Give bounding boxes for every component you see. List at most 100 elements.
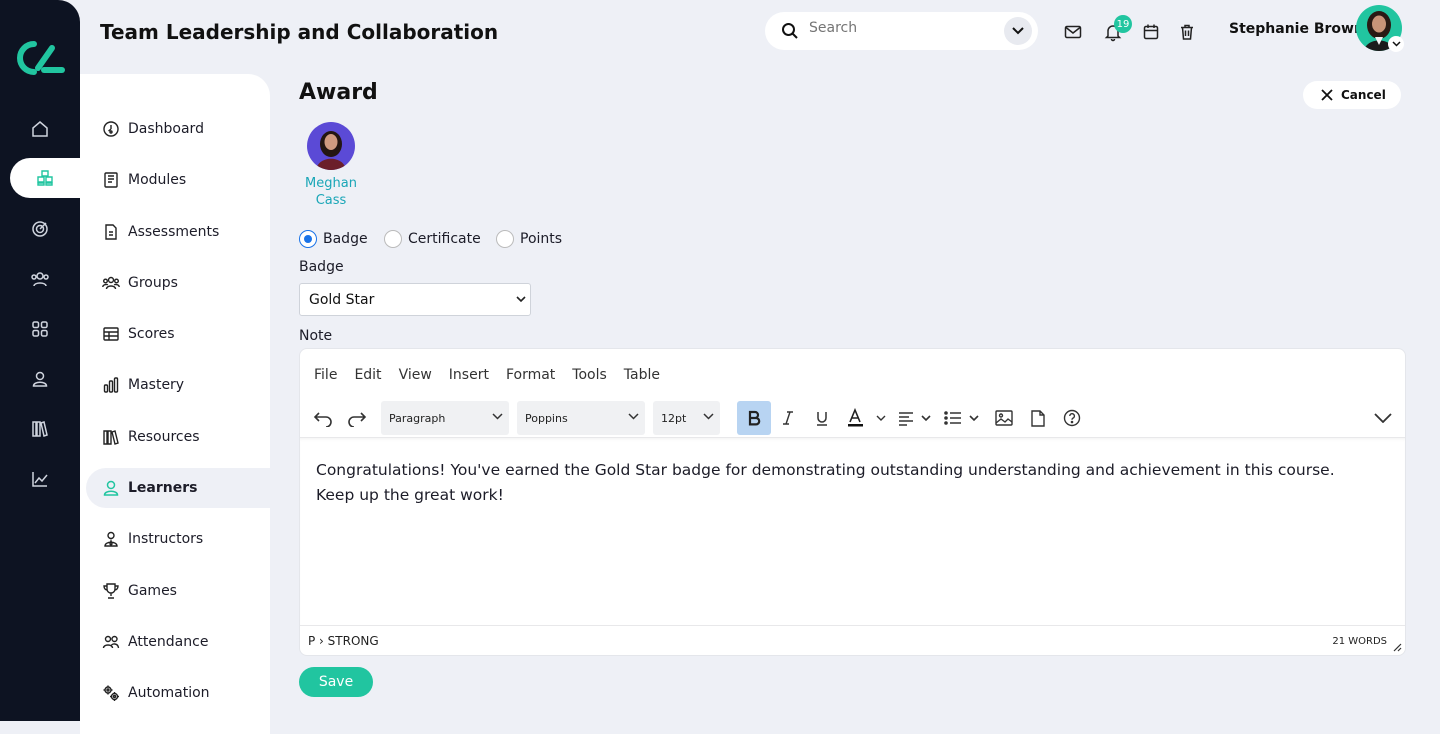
font-size-select[interactable]: 12pt: [653, 401, 720, 435]
user-name[interactable]: Stephanie Brown: [1229, 21, 1364, 37]
editor-text-line: Congratulations! You've earned the Gold …: [316, 461, 1335, 479]
chevron-down-icon: [628, 413, 639, 420]
search-icon: [782, 23, 798, 39]
bold-icon: [748, 410, 761, 426]
insert-image-button[interactable]: [992, 401, 1016, 435]
sidebar-item-resources[interactable]: Resources: [80, 417, 270, 457]
modules-cubes-icon: [37, 170, 53, 186]
search-box[interactable]: [765, 12, 1038, 50]
search-input[interactable]: [809, 20, 989, 36]
search-dropdown-button[interactable]: [1004, 17, 1032, 45]
redo-button[interactable]: [344, 401, 370, 435]
editor-statusbar: P › STRONG 21 WORDS: [300, 625, 1405, 655]
sidebar-item-label: Mastery: [128, 377, 185, 393]
notification-badge: 19: [1114, 15, 1132, 33]
menu-file[interactable]: File: [314, 367, 337, 383]
radio-points-control[interactable]: [496, 230, 514, 248]
editor-content-area[interactable]: Congratulations! You've earned the Gold …: [300, 437, 1405, 625]
radio-badge[interactable]: Badge: [299, 229, 368, 249]
sidebar-item-games[interactable]: Games: [80, 571, 270, 611]
rail-person[interactable]: [0, 359, 80, 399]
radio-points[interactable]: Points: [496, 229, 562, 249]
sidebar-item-label: Attendance: [128, 634, 209, 650]
element-path[interactable]: P › STRONG: [308, 634, 379, 648]
align-left-icon: [899, 412, 931, 426]
rail-home[interactable]: [0, 109, 80, 149]
editor-toolbar: Paragraph Poppins 12pt: [300, 399, 1405, 437]
sidebar-item-modules[interactable]: Modules: [80, 160, 270, 200]
font-family-select[interactable]: Poppins: [517, 401, 645, 435]
menu-insert[interactable]: Insert: [449, 367, 489, 383]
chevron-down-icon: [492, 413, 503, 420]
resize-handle-icon[interactable]: [1393, 643, 1402, 652]
rail-chart[interactable]: [0, 459, 80, 499]
instructor-icon: [104, 531, 118, 547]
align-button[interactable]: [896, 401, 934, 435]
editor-content[interactable]: Congratulations! You've earned the Gold …: [316, 458, 1396, 508]
menu-table[interactable]: Table: [624, 367, 660, 383]
gears-icon: [103, 685, 119, 701]
bar-chart-icon: [103, 377, 119, 393]
text-color-button[interactable]: [842, 401, 888, 435]
radio-badge-control[interactable]: [299, 230, 317, 248]
undo-icon: [313, 412, 332, 427]
sidebar-item-dashboard[interactable]: Dashboard: [80, 109, 270, 149]
rail-users[interactable]: [0, 259, 80, 299]
bullet-list-button[interactable]: [942, 401, 982, 435]
chart-icon: [32, 472, 48, 487]
insert-file-button[interactable]: [1026, 401, 1050, 435]
sidebar-item-mastery[interactable]: Mastery: [80, 365, 270, 405]
underline-button[interactable]: [808, 401, 836, 435]
block-format-value: Paragraph: [389, 411, 446, 425]
toolbar-expand-button[interactable]: [1370, 401, 1396, 435]
trophy-icon: [103, 583, 119, 599]
cancel-button[interactable]: Cancel: [1303, 81, 1401, 109]
help-button[interactable]: [1060, 401, 1084, 435]
mail-icon[interactable]: [1063, 22, 1083, 42]
font-family-value: Poppins: [525, 411, 568, 425]
learner-name[interactable]: Meghan Cass: [296, 175, 366, 209]
menu-edit[interactable]: Edit: [354, 367, 381, 383]
sidebar-item-attendance[interactable]: Attendance: [80, 622, 270, 662]
radio-points-label: Points: [520, 231, 563, 247]
app-logo[interactable]: [14, 38, 66, 78]
home-icon: [32, 121, 48, 137]
attendance-icon: [102, 635, 120, 649]
bold-button[interactable]: [737, 401, 771, 435]
rail-target[interactable]: [0, 209, 80, 249]
menu-tools[interactable]: Tools: [572, 367, 607, 383]
user-menu-toggle[interactable]: [1388, 36, 1404, 52]
table-icon: [103, 327, 119, 341]
sidebar-item-label: Games: [128, 583, 177, 599]
menu-view[interactable]: View: [399, 367, 432, 383]
menu-format[interactable]: Format: [506, 367, 555, 383]
undo-button[interactable]: [310, 401, 336, 435]
sidebar-item-instructors[interactable]: Instructors: [80, 519, 270, 559]
trash-icon[interactable]: [1177, 22, 1197, 42]
rail-modules[interactable]: [10, 158, 80, 198]
save-button[interactable]: Save: [299, 667, 373, 697]
chevron-down-icon: [516, 296, 526, 303]
icon-rail: [0, 0, 80, 721]
rail-library[interactable]: [0, 409, 80, 449]
radio-certificate-control[interactable]: [384, 230, 402, 248]
block-format-select[interactable]: Paragraph: [381, 401, 509, 435]
calendar-icon[interactable]: [1141, 22, 1161, 42]
word-count[interactable]: 21 WORDS: [1332, 636, 1387, 647]
sidebar-item-assessments[interactable]: Assessments: [80, 212, 270, 252]
sidebar-nav: Dashboard Modules Assessments Groups Sco…: [80, 74, 270, 734]
learner-avatar: [307, 122, 355, 170]
learner-last-name: Cass: [315, 193, 347, 208]
italic-icon: [783, 411, 793, 425]
badge-select[interactable]: Gold Star: [299, 283, 531, 316]
italic-button[interactable]: [774, 401, 802, 435]
user-icon: [103, 480, 119, 496]
sidebar-item-automation[interactable]: Automation: [80, 673, 270, 713]
radio-certificate[interactable]: Certificate: [384, 229, 481, 249]
help-icon: [1063, 409, 1081, 427]
sidebar-item-label: Automation: [128, 685, 210, 701]
rail-grid[interactable]: [0, 309, 80, 349]
sidebar-item-learners[interactable]: Learners: [86, 468, 270, 508]
sidebar-item-scores[interactable]: Scores: [80, 314, 270, 354]
sidebar-item-groups[interactable]: Groups: [80, 263, 270, 303]
